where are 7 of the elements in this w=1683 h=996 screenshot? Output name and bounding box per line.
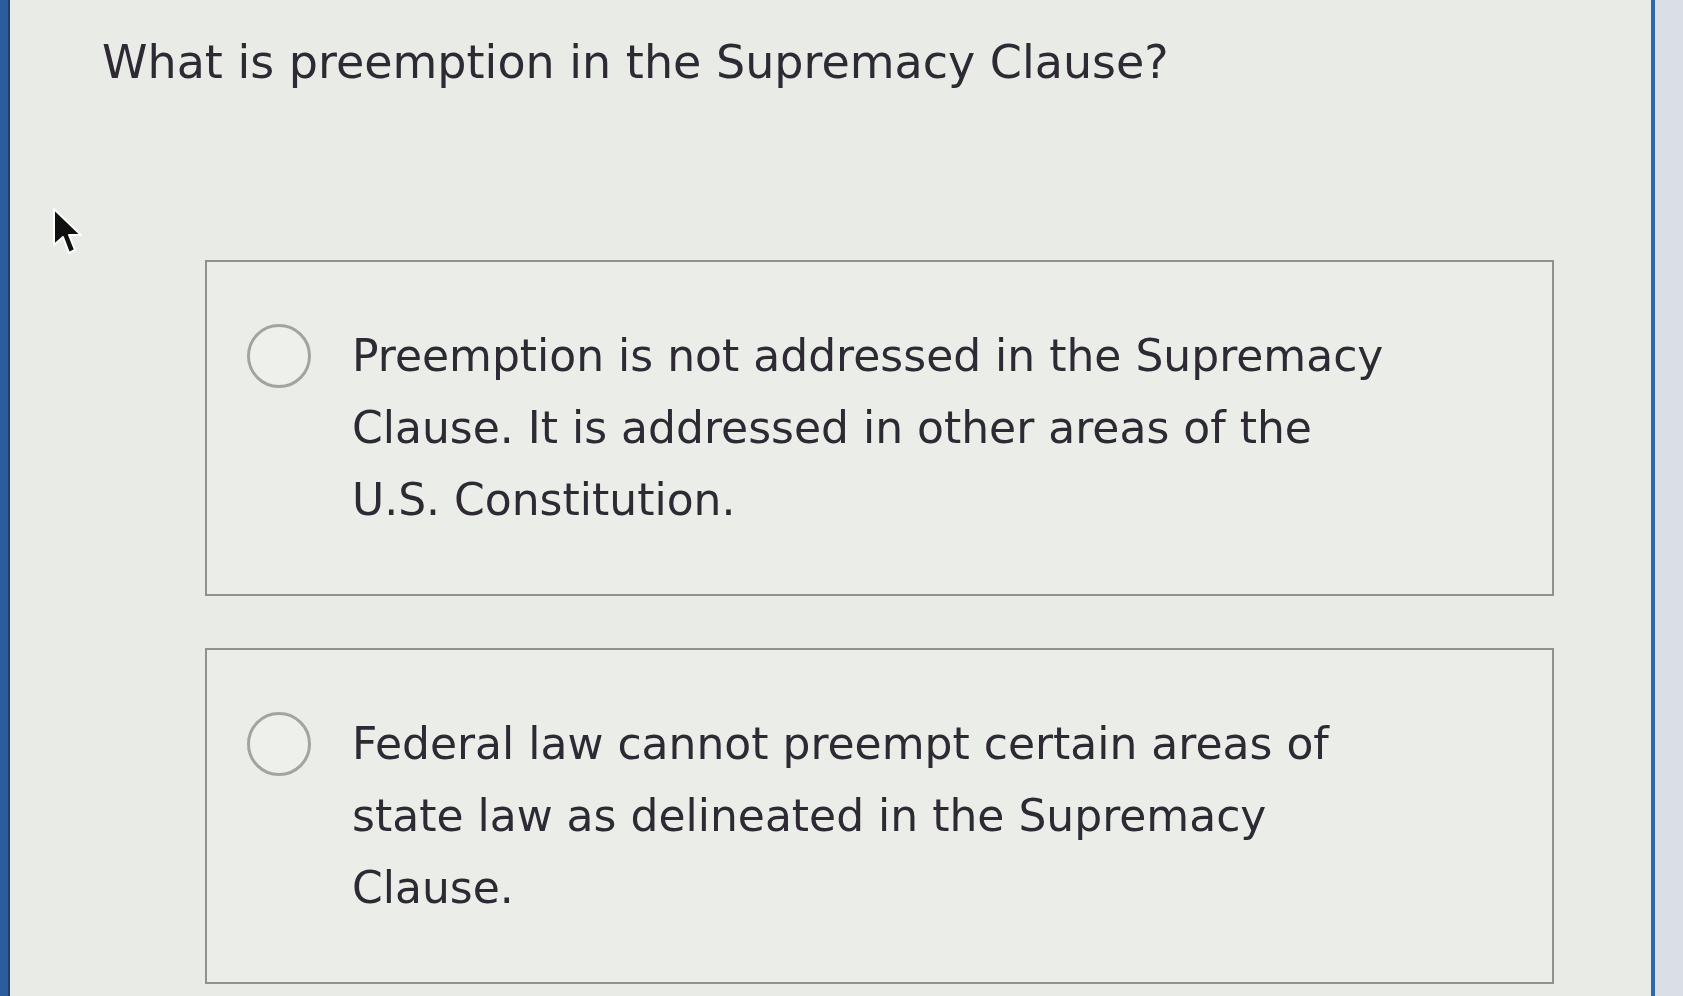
option-text: Federal law cannot preempt certain areas of state law as delineated in the Supremacy Clause. <box>352 717 1331 915</box>
answer-option-card[interactable]: Federal law cannot preempt certain areas of state law as delineated in the Supremacy Clause. <box>205 648 1554 984</box>
question-text: What is preemption in the Supremacy Clause? <box>102 35 1169 90</box>
answer-option-card[interactable]: Preemption is not addressed in the Supremacy Clause. It is addressed in other areas of the U.S. Constitution. <box>205 260 1554 596</box>
radio-button[interactable] <box>247 712 311 776</box>
mouse-pointer-icon <box>52 207 84 257</box>
option-text: Preemption is not addressed in the Supremacy Clause. It is addressed in other areas of the U.S. Constitution. <box>352 329 1385 527</box>
